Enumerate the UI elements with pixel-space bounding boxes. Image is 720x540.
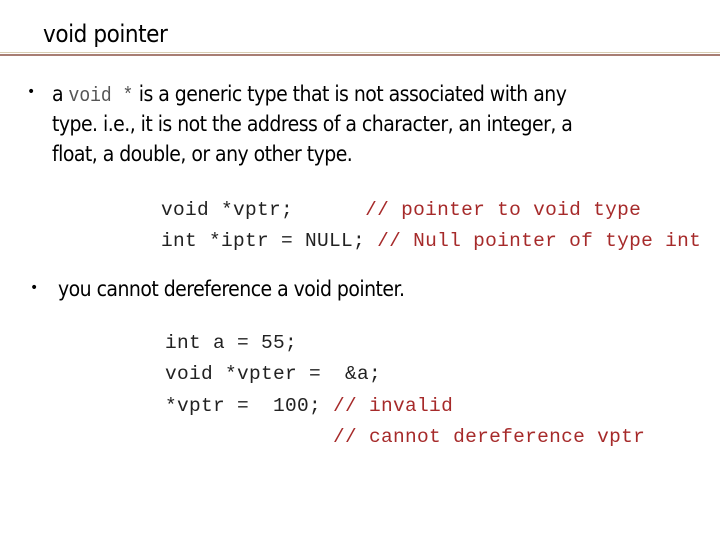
bullet-1-line-2: type. i.e., it is not the address of a c…	[52, 112, 573, 136]
bullet-icon: •	[27, 84, 36, 100]
inline-code-void-star: void *	[68, 85, 134, 108]
slide-title: void pointer	[43, 20, 168, 48]
code-comment: // cannot dereference vptr	[333, 426, 646, 448]
title-divider-light	[0, 52, 720, 53]
bullet-1-line-1-rest: is a generic type that is not associated…	[133, 82, 567, 106]
title-divider-dark	[0, 54, 720, 56]
bullet-1-line-3: float, a double, or any other type.	[52, 142, 353, 166]
bullet-1-prefix: a	[52, 82, 69, 106]
bullet-1-line-1: a void * is a generic type that is not a…	[52, 82, 567, 108]
code-comment: // Null pointer of type int	[377, 230, 702, 252]
code-line: int *iptr = NULL; // Null pointer of typ…	[89, 205, 701, 277]
bullet-icon: •	[30, 280, 39, 296]
code-line: // cannot dereference vptr	[93, 401, 645, 473]
code-text: int *iptr = NULL;	[161, 230, 378, 252]
bullet-2-text: you cannot dereference a void pointer.	[58, 277, 405, 301]
